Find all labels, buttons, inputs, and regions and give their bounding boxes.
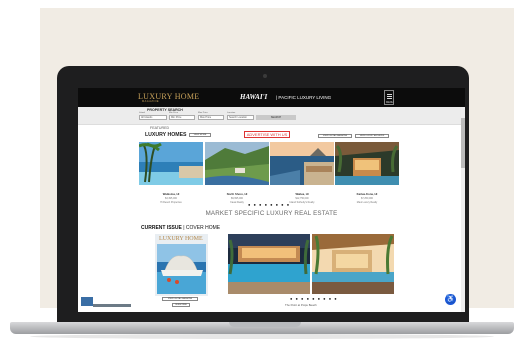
listing-price: $9,995,000 [231,197,243,200]
listing-card[interactable]: Waikoloa, HI $3,495,000 Hi Resort Proper… [138,142,203,204]
listing-agent: Hi Resort Properties [160,201,182,204]
magazine-cover-photo [157,244,206,294]
cover-home-photo[interactable] [228,234,310,294]
brand-subtitle: MAGAZINE [142,100,160,103]
cover-home-label: | COVER HOME [181,225,221,231]
menu-label: MENU [386,101,394,104]
view-digital-magazine-button[interactable]: VIEW DIGITAL MAGAZINE [162,297,198,301]
island-label: Island [139,112,145,114]
listing-photo [335,142,399,185]
carousel-dots[interactable]: ● ● ● ● ● ● ● ● [248,202,290,207]
digital-magazine-button[interactable]: VIEW DIGITAL MAGAZINE [318,134,352,138]
luxury-archives-button[interactable]: VIEW LUXURY ARCHIVES [355,134,389,138]
menu-button[interactable]: MENU [384,90,394,105]
chat-widget-icon[interactable] [81,297,93,306]
listing-name: North Shore, HI [226,192,248,196]
current-issue-heading: CURRENT ISSUE | COVER HOME [141,225,220,231]
cover-home-photo[interactable] [312,234,394,294]
listing-photo [138,142,203,185]
listing-price: $12,750,000 [295,197,309,200]
magazine-title: LUXURY HOME [159,236,203,242]
listing-price: $7,250,000 [361,197,373,200]
island-select[interactable]: All Islands [139,115,167,120]
listing-photo [270,142,334,185]
edition-name[interactable]: HAWAI'I [240,93,267,101]
location-input[interactable]: Search Location [227,115,254,120]
min-price-label: Min Price [169,112,179,114]
max-price-select[interactable]: Max Price [198,115,224,120]
market-heading: MARKET SPECIFIC LUXURY REAL ESTATE [205,210,338,217]
current-issue-label: CURRENT ISSUE [141,225,182,231]
hamburger-icon [387,94,392,99]
laptop-shadow [30,334,494,339]
listing-agent: Maui Luxury Realty [356,201,378,204]
issue-carousel-dots[interactable]: ● ● ● ● ● ● ● ● ● [290,296,338,301]
search-button[interactable]: SEARCH [256,115,296,120]
max-price-label: Max Price [198,112,208,114]
advertise-button[interactable]: ADVERTISE WITH US [244,131,290,138]
listing-card[interactable]: Kailua-Kona, HI $7,250,000 Maui Luxury R… [335,142,399,204]
site-header: LUXURY HOME MAGAZINE HAWAI'I | PACIFIC L… [78,88,465,107]
featured-title: LUXURY HOMES [145,132,187,138]
min-price-select[interactable]: Min Price [169,115,195,120]
subscribe-button[interactable]: SUBSCRIBE [172,303,190,307]
property-search-bar: PROPERTY SEARCH Island All Islands Min P… [78,107,465,125]
featured-eyebrow: FEATURED [150,126,170,130]
listing-card[interactable]: Wailea, HI $12,750,000 Island Sotheby's … [270,142,334,204]
laptop-screen: LUXURY HOME MAGAZINE HAWAI'I | PACIFIC L… [78,88,465,312]
cover-caption: The Point at Poipu Beach [285,303,317,307]
chat-widget-bar[interactable] [93,304,131,307]
listing-photo [205,142,269,185]
accessibility-icon[interactable]: ♿ [445,294,456,305]
laptop-notch [229,322,301,327]
listing-name: Waikoloa, HI [162,192,180,196]
view-more-button[interactable]: VIEW MORE [189,133,211,137]
scrollbar-thumb[interactable] [461,118,465,168]
listing-card[interactable]: North Shore, HI $9,995,000 Kauai Realty [205,142,269,204]
listing-name: Wailea, HI [295,192,309,196]
location-label: Location [227,112,236,114]
listing-name: Kailua-Kona, HI [356,192,378,196]
scene: LUXURY HOME MAGAZINE HAWAI'I | PACIFIC L… [0,0,514,341]
edition-tagline: | PACIFIC LUXURY LIVING [276,95,332,100]
camera-icon [263,74,267,78]
magazine-cover[interactable]: LUXURY HOME [155,234,208,296]
listing-price: $3,495,000 [165,197,177,200]
